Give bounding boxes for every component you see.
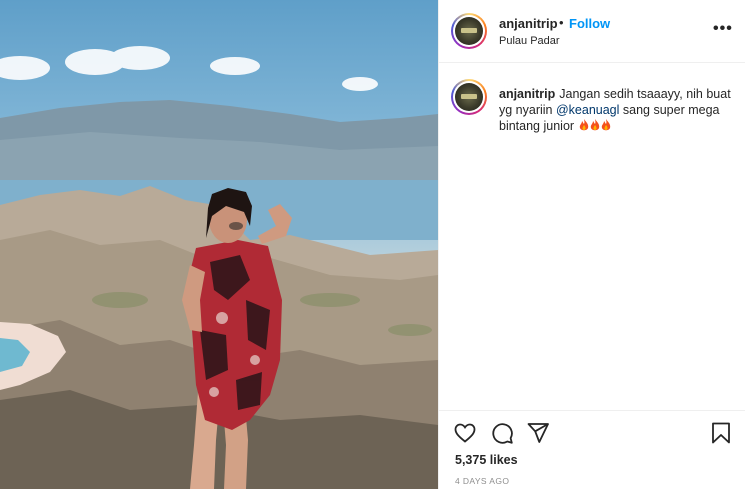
caption-username[interactable]: anjanitrip — [499, 87, 555, 101]
post-side-panel: anjanitrip • Follow Pulau Padar ••• anja… — [438, 0, 745, 489]
landscape-illustration — [0, 46, 438, 489]
comment-icon[interactable] — [490, 421, 514, 445]
like-count[interactable]: 5,375 likes — [455, 453, 518, 467]
more-options-icon[interactable]: ••• — [713, 20, 733, 38]
fire-emoji-icon — [601, 119, 610, 131]
post-header: anjanitrip • Follow Pulau Padar ••• — [439, 0, 745, 63]
caption-mention-link[interactable]: @keanuagl — [556, 103, 619, 117]
fire-emoji-icon — [579, 119, 588, 131]
author-username[interactable]: anjanitrip — [499, 16, 558, 31]
follow-button[interactable]: Follow — [569, 16, 610, 31]
post-photo[interactable] — [0, 0, 438, 489]
bookmark-icon[interactable] — [709, 421, 733, 445]
post-timestamp[interactable]: 4 DAYS AGO — [455, 476, 509, 486]
caption-avatar[interactable] — [451, 79, 487, 115]
post-actions: 5,375 likes 4 DAYS AGO — [439, 410, 745, 489]
paper-plane-icon[interactable] — [526, 421, 550, 445]
separator-dot: • — [559, 15, 564, 30]
fire-emoji-icon — [590, 119, 599, 131]
author-avatar[interactable] — [451, 13, 487, 49]
post-location[interactable]: Pulau Padar — [499, 35, 560, 47]
post-caption: anjanitrip Jangan sedih tsaaayy, nih buat… — [499, 86, 737, 134]
heart-icon[interactable] — [453, 421, 477, 445]
comments-section: anjanitrip Jangan sedih tsaaayy, nih buat… — [439, 64, 745, 410]
